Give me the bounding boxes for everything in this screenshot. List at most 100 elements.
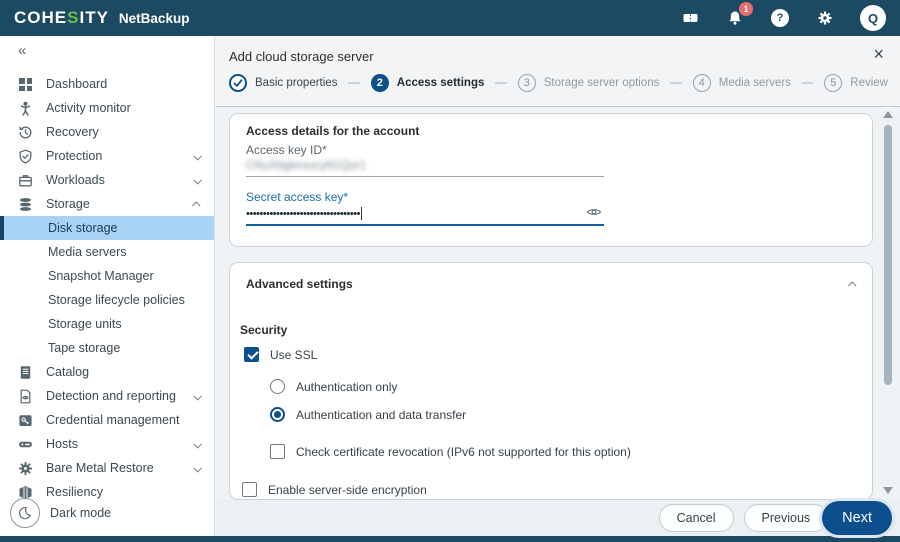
dashboard-icon xyxy=(17,76,33,92)
step-number: 3 xyxy=(517,74,536,92)
step-connector xyxy=(495,82,507,84)
moon-icon xyxy=(10,498,40,528)
previous-button[interactable]: Previous xyxy=(743,504,829,532)
chevrons-left-icon: « xyxy=(18,41,27,59)
access-key-id-input[interactable]: CNuXttglersucyN1Qur1 xyxy=(246,160,604,177)
access-key-id-label: Access key ID* xyxy=(246,143,327,157)
checkbox-unchecked-icon xyxy=(242,482,257,497)
dark-mode-toggle[interactable]: Dark mode xyxy=(10,498,111,528)
show-password-button[interactable] xyxy=(586,204,602,220)
sidebar-item-catalog[interactable]: Catalog xyxy=(0,360,214,384)
sidebar-item-disk-storage[interactable]: Disk storage xyxy=(0,216,214,240)
help-icon: ? xyxy=(771,9,789,27)
notifications-button[interactable]: 1 xyxy=(725,2,753,28)
step-media-servers[interactable]: 4 Media servers xyxy=(692,74,791,92)
scrollbar-thumb[interactable] xyxy=(884,125,892,385)
credential-key-icon xyxy=(17,412,33,428)
sidebar-item-media-servers[interactable]: Media servers xyxy=(0,240,214,264)
catalog-book-icon xyxy=(17,364,33,380)
step-connector xyxy=(348,82,360,84)
text-cursor xyxy=(360,207,362,220)
sidebar-item-detection-and-reporting[interactable]: Detection and reporting xyxy=(0,384,214,408)
report-eye-icon xyxy=(17,388,33,404)
radio-unselected-icon xyxy=(270,379,285,394)
settings-button[interactable] xyxy=(815,8,835,28)
topbar-actions: 1 ? Q xyxy=(680,2,886,31)
shield-check-icon xyxy=(17,148,33,164)
account-button[interactable]: Q xyxy=(860,5,886,31)
sidebar: « Dashboard Activity monitor Recovery Pr… xyxy=(0,36,215,536)
brand-text: COHESITY xyxy=(14,8,109,27)
authentication-and-data-transfer-radio[interactable]: Authentication and data transfer xyxy=(270,407,872,422)
briefcase-icon xyxy=(17,172,33,188)
sidebar-item-storage[interactable]: Storage xyxy=(0,192,214,216)
wizard-footer: Cancel Previous Next xyxy=(216,500,900,536)
wizard-content: Access details for the account Access ke… xyxy=(216,107,900,500)
page-title: Add cloud storage server xyxy=(229,49,374,64)
advanced-settings-toggle[interactable]: Advanced settings xyxy=(230,263,872,297)
advanced-settings-heading: Advanced settings xyxy=(246,277,353,291)
ticket-icon xyxy=(682,10,699,26)
sidebar-item-protection[interactable]: Protection xyxy=(0,144,214,168)
step-basic-properties[interactable]: Basic properties xyxy=(229,74,337,92)
step-review[interactable]: 5 Review xyxy=(824,74,888,92)
sidebar-item-hosts[interactable]: Hosts xyxy=(0,432,214,456)
access-key-id-value: CNuXttglersucyN1Qur1 xyxy=(246,160,367,172)
check-certificate-revocation-checkbox[interactable]: Check certificate revocation (IPv6 not s… xyxy=(270,444,872,459)
step-check-icon xyxy=(229,74,247,92)
authentication-only-radio[interactable]: Authentication only xyxy=(270,379,872,394)
sidebar-item-storage-units[interactable]: Storage units xyxy=(0,312,214,336)
step-storage-server-options[interactable]: 3 Storage server options xyxy=(517,74,659,92)
secret-access-key-input[interactable]: •••••••••••••••••••••••••••••••••• xyxy=(246,207,604,226)
sidebar-item-recovery[interactable]: Recovery xyxy=(0,120,214,144)
gear-icon xyxy=(817,10,833,26)
chevron-up-icon xyxy=(848,275,857,293)
step-access-settings[interactable]: 2 Access settings xyxy=(370,74,484,92)
sidebar-item-dashboard[interactable]: Dashboard xyxy=(0,72,214,96)
secret-access-key-masked-value: •••••••••••••••••••••••••••••••••• xyxy=(246,208,360,220)
step-number: 2 xyxy=(370,74,389,92)
checkbox-unchecked-icon xyxy=(270,444,285,459)
checkbox-checked-icon xyxy=(244,347,259,362)
help-button[interactable]: ? xyxy=(770,8,790,28)
secret-access-key-label: Secret access key* xyxy=(246,190,349,204)
sidebar-item-activity-monitor[interactable]: Activity monitor xyxy=(0,96,214,120)
chevron-up-icon xyxy=(192,197,201,211)
top-app-bar: COHESITY NetBackup 1 ? Q xyxy=(0,0,900,36)
cancel-button[interactable]: Cancel xyxy=(658,504,734,532)
step-connector xyxy=(670,82,682,84)
chevron-down-icon xyxy=(193,149,202,163)
host-server-icon xyxy=(17,436,33,452)
close-button[interactable]: × xyxy=(873,45,884,63)
sidebar-item-credential-management[interactable]: Credential management xyxy=(0,408,214,432)
next-button[interactable]: Next xyxy=(822,501,892,535)
step-connector xyxy=(801,82,814,84)
sidebar-item-tape-storage[interactable]: Tape storage xyxy=(0,336,214,360)
radio-selected-icon xyxy=(270,407,285,422)
sidebar-item-workloads[interactable]: Workloads xyxy=(0,168,214,192)
activity-monitor-icon xyxy=(17,100,33,116)
security-heading: Security xyxy=(240,323,288,337)
scroll-down-button[interactable] xyxy=(883,487,893,494)
sidebar-item-bare-metal-restore[interactable]: Bare Metal Restore xyxy=(0,456,214,480)
advanced-settings-card: Advanced settings Security Use SSL Authe… xyxy=(229,262,873,500)
eye-icon xyxy=(586,204,602,220)
cohesity-logo: COHESITY NetBackup xyxy=(14,8,189,28)
database-icon xyxy=(17,196,33,212)
notification-badge: 1 xyxy=(739,2,753,16)
sidebar-nav: Dashboard Activity monitor Recovery Prot… xyxy=(0,72,214,504)
gear-wrench-icon xyxy=(17,460,33,476)
collapse-sidebar-button[interactable]: « xyxy=(0,36,214,64)
license-button[interactable] xyxy=(680,8,700,28)
secret-access-key-field: Secret access key* •••••••••••••••••••••… xyxy=(246,190,604,226)
sidebar-item-storage-lifecycle-policies[interactable]: Storage lifecycle policies xyxy=(0,288,214,312)
chevron-down-icon xyxy=(193,461,202,475)
enable-server-side-encryption-checkbox[interactable]: Enable server-side encryption xyxy=(242,482,872,497)
chevron-down-icon xyxy=(193,173,202,187)
access-key-id-field: Access key ID* CNuXttglersucyN1Qur1 xyxy=(246,143,604,177)
scroll-up-button[interactable] xyxy=(883,111,893,118)
recovery-clock-icon xyxy=(17,124,33,140)
sidebar-item-snapshot-manager[interactable]: Snapshot Manager xyxy=(0,264,214,288)
step-number: 4 xyxy=(692,74,711,92)
use-ssl-checkbox[interactable]: Use SSL xyxy=(244,347,872,362)
